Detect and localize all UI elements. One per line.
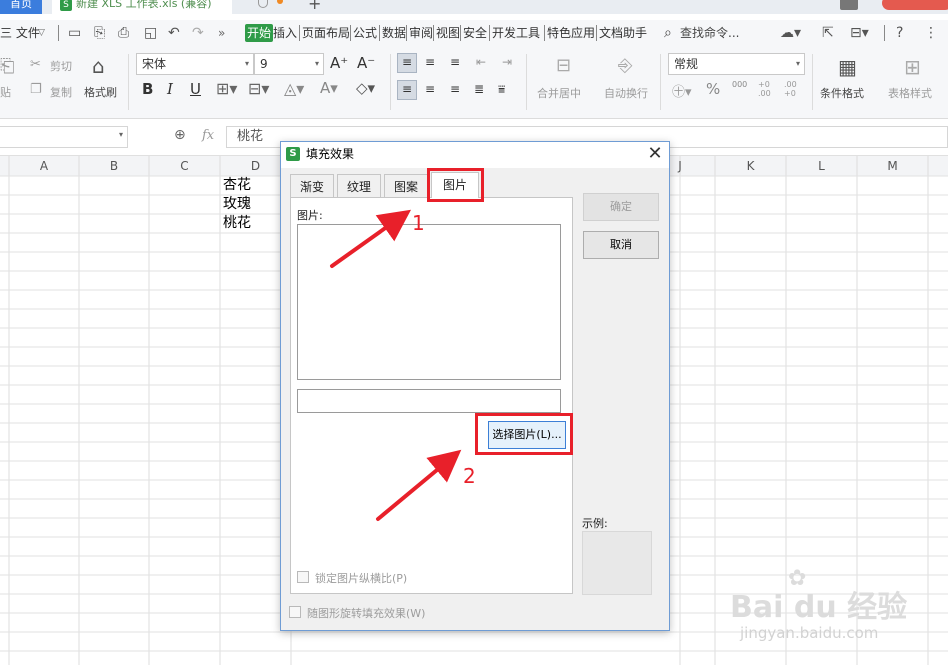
arrow-step-2 <box>376 449 462 521</box>
arrow-step-1 <box>330 209 412 268</box>
watermark-url: jingyan.baidu.com <box>740 624 879 642</box>
paw-logo-icon: ✿ <box>788 566 807 591</box>
baidu-watermark: Bai du 经验 <box>730 590 908 625</box>
annotation-number-1: 1 <box>412 211 425 235</box>
annotation-number-2: 2 <box>463 464 476 488</box>
